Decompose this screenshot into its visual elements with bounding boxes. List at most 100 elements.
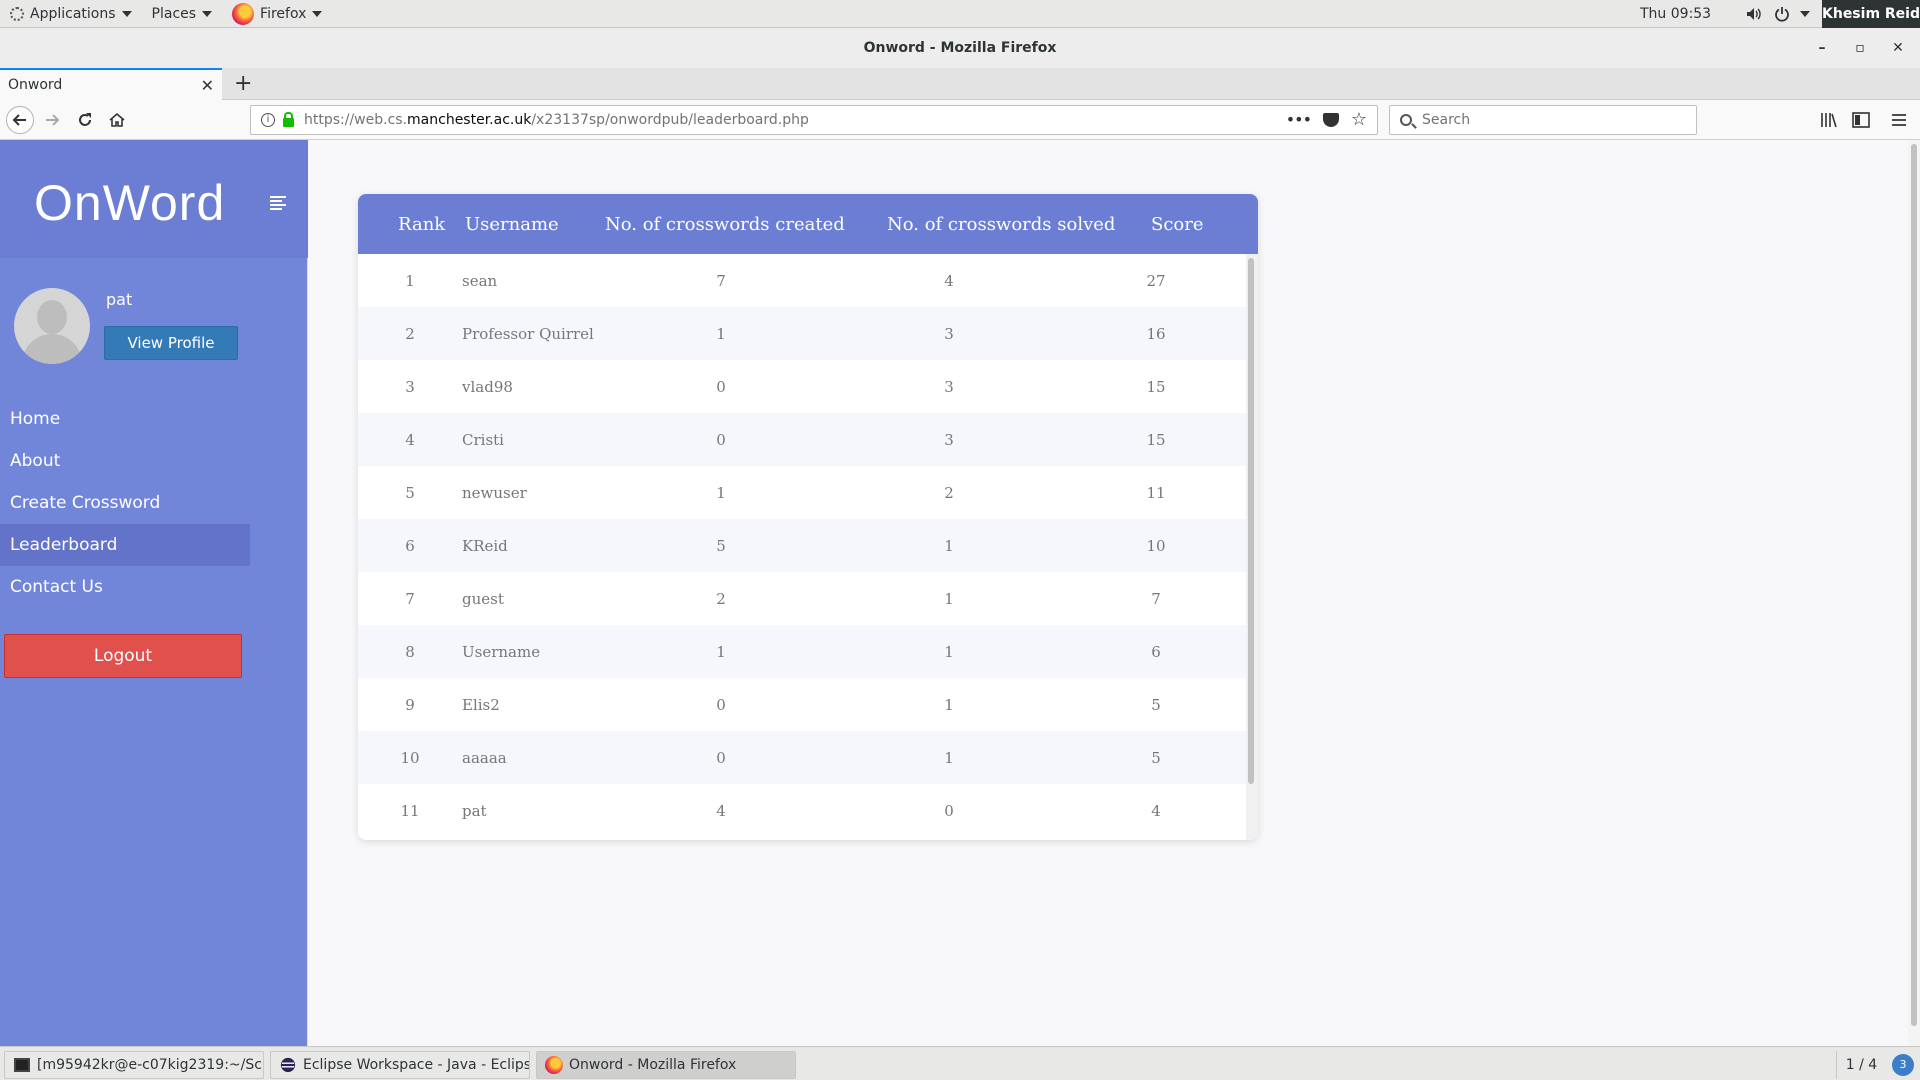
logout-button[interactable]: Logout bbox=[4, 634, 242, 678]
view-profile-button[interactable]: View Profile bbox=[104, 326, 238, 360]
firefox-app-menu[interactable]: Firefox bbox=[222, 0, 332, 28]
sidebar-item-home[interactable]: Home bbox=[0, 398, 250, 440]
chevron-down-icon bbox=[202, 10, 213, 17]
cell-username: KReid bbox=[462, 537, 508, 555]
cell-solved: 1 bbox=[944, 590, 954, 608]
cell-username: pat bbox=[462, 802, 487, 820]
forward-button[interactable] bbox=[40, 108, 64, 132]
table-row: 10 aaaaa 0 1 5 bbox=[358, 731, 1246, 784]
workspace-indicator[interactable]: 1 / 4 bbox=[1836, 1051, 1886, 1079]
taskbar-item-eclipse[interactable]: Eclipse Workspace - Java - Eclipse bbox=[270, 1051, 530, 1079]
cell-rank: 5 bbox=[405, 484, 415, 502]
cell-rank: 10 bbox=[400, 749, 420, 767]
cell-username: Professor Quirrel bbox=[462, 325, 594, 343]
header-solved: No. of crosswords solved bbox=[887, 214, 1116, 235]
taskbar-item-label: [m95942kr@e-c07kig2319:~/Sc... bbox=[37, 1057, 264, 1073]
table-row: 7 guest 2 1 7 bbox=[358, 572, 1246, 625]
taskbar-item-terminal[interactable]: [m95942kr@e-c07kig2319:~/Sc... bbox=[4, 1051, 264, 1079]
window-title: Onword - Mozilla Firefox bbox=[863, 40, 1057, 56]
cell-created: 1 bbox=[716, 484, 726, 502]
brand-logo[interactable]: OnWord bbox=[34, 174, 225, 232]
cell-created: 2 bbox=[716, 590, 726, 608]
home-button[interactable] bbox=[105, 108, 129, 132]
cell-score: 15 bbox=[1146, 431, 1166, 449]
new-tab-icon[interactable]: + bbox=[234, 71, 252, 96]
table-scrollbar[interactable] bbox=[1246, 254, 1258, 840]
cell-score: 4 bbox=[1151, 802, 1161, 820]
cell-rank: 1 bbox=[405, 272, 415, 290]
tab-onword[interactable]: Onword ✕ bbox=[0, 68, 222, 100]
cell-rank: 4 bbox=[405, 431, 415, 449]
hamburger-menu-icon[interactable] bbox=[1890, 112, 1908, 128]
sidebar-item-leaderboard[interactable]: Leaderboard bbox=[0, 524, 250, 566]
avatar bbox=[14, 288, 90, 364]
back-arrow-icon bbox=[12, 114, 26, 126]
cell-solved: 1 bbox=[944, 749, 954, 767]
chevron-down-icon[interactable] bbox=[1800, 11, 1810, 17]
back-button[interactable] bbox=[6, 106, 34, 134]
lock-icon[interactable] bbox=[283, 111, 294, 127]
minimize-icon[interactable]: – bbox=[1814, 40, 1830, 56]
table-row: 6 KReid 5 1 10 bbox=[358, 519, 1246, 572]
cell-username: Username bbox=[462, 643, 541, 661]
taskbar-item-firefox[interactable]: Onword - Mozilla Firefox bbox=[536, 1051, 796, 1079]
table-scrollbar-thumb[interactable] bbox=[1248, 258, 1254, 784]
page-scrollbar-thumb[interactable] bbox=[1911, 144, 1917, 1026]
applications-menu[interactable]: Applications bbox=[0, 0, 142, 28]
volume-icon[interactable] bbox=[1746, 7, 1762, 21]
cell-username: Cristi bbox=[462, 431, 504, 449]
close-icon[interactable]: ✕ bbox=[201, 76, 214, 95]
cell-rank: 11 bbox=[400, 802, 420, 820]
close-icon[interactable]: ✕ bbox=[1890, 40, 1906, 56]
cell-solved: 3 bbox=[944, 325, 954, 343]
cell-score: 16 bbox=[1146, 325, 1166, 343]
power-icon[interactable] bbox=[1774, 6, 1790, 22]
sidebar-item-contact-us[interactable]: Contact Us bbox=[0, 566, 250, 608]
navigation-toolbar: i https://web.cs.manchester.ac.uk/x23137… bbox=[0, 100, 1920, 140]
applications-label: Applications bbox=[30, 5, 116, 22]
cell-username: sean bbox=[462, 272, 498, 290]
maximize-icon[interactable]: ▫ bbox=[1852, 40, 1868, 56]
sidebar-item-create-crossword[interactable]: Create Crossword bbox=[0, 482, 250, 524]
tab-strip: Onword ✕ + bbox=[0, 68, 1920, 100]
search-bar[interactable]: Search bbox=[1389, 105, 1697, 135]
table-row: 4 Cristi 0 3 15 bbox=[358, 413, 1246, 466]
address-bar[interactable]: i https://web.cs.manchester.ac.uk/x23137… bbox=[250, 105, 1378, 135]
sidebar-item-about[interactable]: About bbox=[0, 440, 250, 482]
info-icon[interactable]: i bbox=[261, 113, 275, 127]
pocket-icon[interactable] bbox=[1323, 113, 1339, 127]
cell-score: 15 bbox=[1146, 378, 1166, 396]
bookmark-star-icon[interactable]: ☆ bbox=[1351, 109, 1367, 130]
cell-score: 27 bbox=[1146, 272, 1166, 290]
chevron-down-icon bbox=[121, 10, 132, 17]
cell-solved: 3 bbox=[944, 378, 954, 396]
cell-username: aaaaa bbox=[462, 749, 507, 767]
table-row: 1 sean 7 4 27 bbox=[358, 254, 1246, 307]
cell-score: 6 bbox=[1151, 643, 1161, 661]
cell-username: guest bbox=[462, 590, 504, 608]
places-menu[interactable]: Places bbox=[142, 0, 223, 28]
terminal-icon bbox=[14, 1058, 30, 1072]
cell-rank: 7 bbox=[405, 590, 415, 608]
header-username: Username bbox=[465, 214, 559, 235]
profile-username: pat bbox=[106, 290, 133, 309]
menu-toggle-icon[interactable] bbox=[270, 196, 286, 210]
sidebar-menu: Home About Create Crossword Leaderboard … bbox=[0, 398, 250, 608]
cell-solved: 4 bbox=[944, 272, 954, 290]
cell-solved: 3 bbox=[944, 431, 954, 449]
cell-created: 7 bbox=[716, 272, 726, 290]
sidebar-toggle-icon[interactable] bbox=[1852, 112, 1870, 128]
taskbar: [m95942kr@e-c07kig2319:~/Sc... Eclipse W… bbox=[0, 1046, 1920, 1080]
url-text[interactable]: https://web.cs.manchester.ac.uk/x23137sp… bbox=[304, 112, 809, 128]
cell-score: 5 bbox=[1151, 749, 1161, 767]
clock[interactable]: Thu 09:53 bbox=[1640, 0, 1711, 28]
notification-badge[interactable]: 3 bbox=[1892, 1054, 1914, 1076]
page-actions-icon[interactable]: ••• bbox=[1286, 110, 1312, 129]
cell-solved: 2 bbox=[944, 484, 954, 502]
cell-created: 5 bbox=[716, 537, 726, 555]
page-scrollbar[interactable] bbox=[1908, 140, 1920, 1046]
cell-solved: 1 bbox=[944, 696, 954, 714]
reload-button[interactable] bbox=[73, 108, 97, 132]
library-icon[interactable] bbox=[1820, 112, 1838, 128]
user-menu[interactable]: Khesim Reid bbox=[1822, 0, 1920, 28]
